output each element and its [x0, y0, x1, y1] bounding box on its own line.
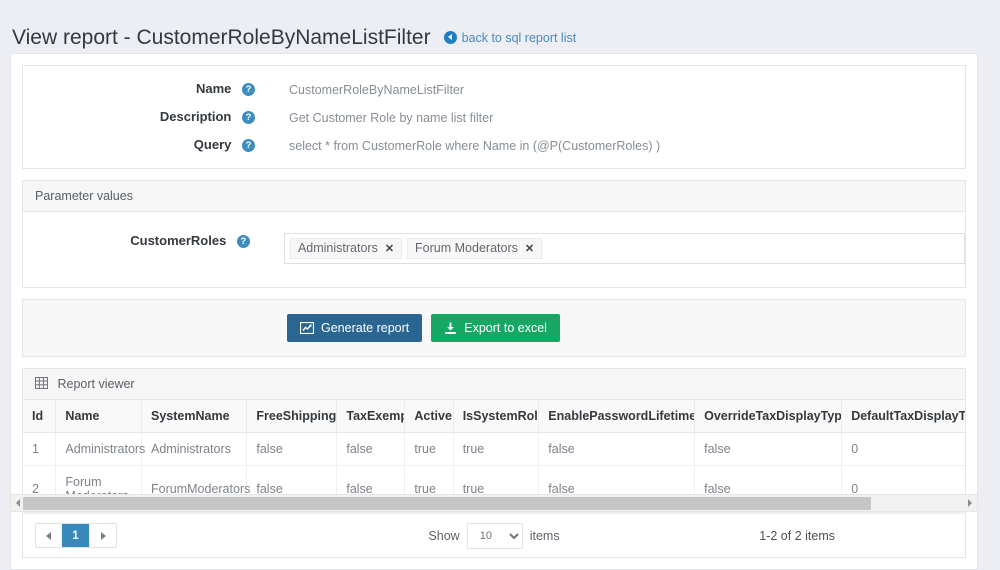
pager-page-1-button[interactable]: 1	[62, 524, 90, 547]
generate-report-label: Generate report	[321, 321, 410, 335]
cell-enablepasswordlifetime: false	[538, 432, 696, 466]
report-viewer-panel-title: Report viewer	[23, 369, 965, 400]
cell-defaulttaxdisplaytypeid: 0	[841, 432, 965, 466]
cell-id: 1	[23, 432, 57, 466]
grid-pager: 1 Show 10 20 50 100 items 1-2 of 2 ite	[23, 513, 965, 557]
page-size-select[interactable]: 10 20 50 100	[466, 522, 523, 549]
scrollbar-track[interactable]	[23, 496, 965, 510]
query-label-text: Query	[193, 137, 232, 152]
column-header-enablepasswordlifetime[interactable]: EnablePasswordLifetime	[538, 400, 696, 433]
items-label: items	[529, 528, 560, 543]
actions-panel: Generate report Export to excel	[22, 299, 966, 357]
close-x-icon[interactable]: ✕	[525, 242, 534, 255]
query-label: Query ?	[23, 137, 255, 152]
description-value: Get Customer Role by name list filter	[289, 111, 494, 125]
scrollbar-thumb[interactable]	[23, 496, 871, 510]
scroll-left-arrow-icon[interactable]	[16, 499, 20, 507]
table-header-row: Id Name SystemName FreeShipping TaxExemp…	[23, 400, 965, 433]
question-circle-icon[interactable]: ?	[236, 235, 250, 248]
triangle-left-icon	[46, 531, 51, 540]
report-info-panel: Name ? CustomerRoleByNameListFilter Desc…	[22, 65, 966, 169]
table-row[interactable]: 1 Administrators Administrators false fa…	[23, 432, 965, 466]
parameter-row-customerroles: CustomerRoles ? Administrators ✕ Forum M…	[23, 228, 965, 269]
column-header-overridetaxdisplaytype[interactable]: OverrideTaxDisplayType	[694, 400, 843, 433]
generate-report-button[interactable]: Generate report	[287, 314, 423, 342]
report-card: Name ? CustomerRoleByNameListFilter Desc…	[10, 53, 978, 570]
pagination-buttons: 1	[35, 523, 117, 548]
tag-item[interactable]: Forum Moderators ✕	[407, 238, 543, 259]
tag-label: Administrators	[297, 241, 378, 255]
cell-name: Administrators	[55, 432, 145, 466]
column-header-name[interactable]: Name	[55, 400, 143, 433]
parameter-values-body: CustomerRoles ? Administrators ✕ Forum M…	[23, 212, 965, 287]
page-header: View report - CustomerRoleByNameListFilt…	[0, 0, 1000, 50]
column-header-systemname[interactable]: SystemName	[141, 400, 248, 433]
question-circle-icon[interactable]: ?	[242, 83, 255, 96]
customerroles-label: CustomerRoles ?	[23, 233, 250, 248]
export-to-excel-label: Export to excel	[464, 321, 547, 335]
chart-line-icon	[300, 322, 314, 334]
back-link-label: back to sql report list	[461, 30, 577, 45]
report-viewer-panel: Report viewer Id Name SystemName FreeShi…	[22, 368, 966, 558]
cell-active: true	[404, 432, 454, 466]
info-row-name: Name ? CustomerRoleByNameListFilter	[23, 76, 965, 104]
page-title: View report - CustomerRoleByNameListFilt…	[12, 26, 431, 50]
name-label-text: Name	[195, 81, 232, 96]
parameter-values-panel: Parameter values CustomerRoles ? Adminis…	[22, 180, 966, 288]
pager-prev-button[interactable]	[36, 524, 62, 547]
customerroles-multiselect[interactable]: Administrators ✕ Forum Moderators ✕	[283, 233, 965, 264]
customerroles-label-text: CustomerRoles	[130, 233, 227, 248]
cell-systemname: Administrators	[141, 432, 248, 466]
column-header-id[interactable]: Id	[23, 400, 57, 433]
circle-arrow-left-icon	[443, 31, 457, 45]
column-header-issystemrole[interactable]: IsSystemRole	[453, 400, 540, 433]
download-icon	[444, 322, 457, 335]
cell-freeshipping: false	[246, 432, 338, 466]
tag-label: Forum Moderators	[415, 241, 518, 255]
info-row-query: Query ? select * from CustomerRole where…	[23, 132, 965, 160]
tag-item[interactable]: Administrators ✕	[289, 238, 403, 259]
show-label: Show	[428, 528, 460, 543]
cell-taxexempt: false	[336, 432, 406, 466]
cell-issystemrole: true	[453, 432, 540, 466]
triangle-right-icon	[100, 531, 106, 540]
description-label-text: Description	[159, 109, 232, 124]
horizontal-scrollbar[interactable]	[10, 494, 978, 512]
name-label: Name ?	[23, 81, 255, 96]
info-row-description: Description ? Get Customer Role by name …	[23, 104, 965, 132]
back-to-sql-report-list-link[interactable]: back to sql report list	[443, 30, 577, 45]
column-header-active[interactable]: Active	[404, 400, 454, 433]
pager-next-button[interactable]	[90, 524, 116, 547]
query-value: select * from CustomerRole where Name in…	[289, 139, 661, 153]
pager-status-text: 1-2 of 2 items	[759, 528, 835, 543]
column-header-taxexempt[interactable]: TaxExempt	[336, 400, 406, 433]
export-to-excel-button[interactable]: Export to excel	[431, 314, 560, 342]
page-size-select-wrapper[interactable]: 10 20 50 100	[466, 522, 523, 549]
actions-row: Generate report Export to excel	[35, 314, 953, 342]
question-circle-icon[interactable]: ?	[242, 111, 255, 124]
parameter-values-panel-title: Parameter values	[23, 181, 965, 212]
cell-overridetaxdisplaytype: false	[694, 432, 843, 466]
column-header-freeshipping[interactable]: FreeShipping	[246, 400, 338, 433]
report-viewer-title-text: Report viewer	[57, 377, 135, 391]
table-grid-icon	[35, 377, 48, 391]
name-value: CustomerRoleByNameListFilter	[289, 83, 465, 97]
question-circle-icon[interactable]: ?	[242, 139, 255, 152]
description-label: Description ?	[23, 109, 255, 124]
close-x-icon[interactable]: ✕	[385, 242, 394, 255]
column-header-defaulttaxdisplaytypeid[interactable]: DefaultTaxDisplayTypeId	[841, 400, 965, 433]
scroll-right-arrow-icon[interactable]	[968, 499, 972, 507]
